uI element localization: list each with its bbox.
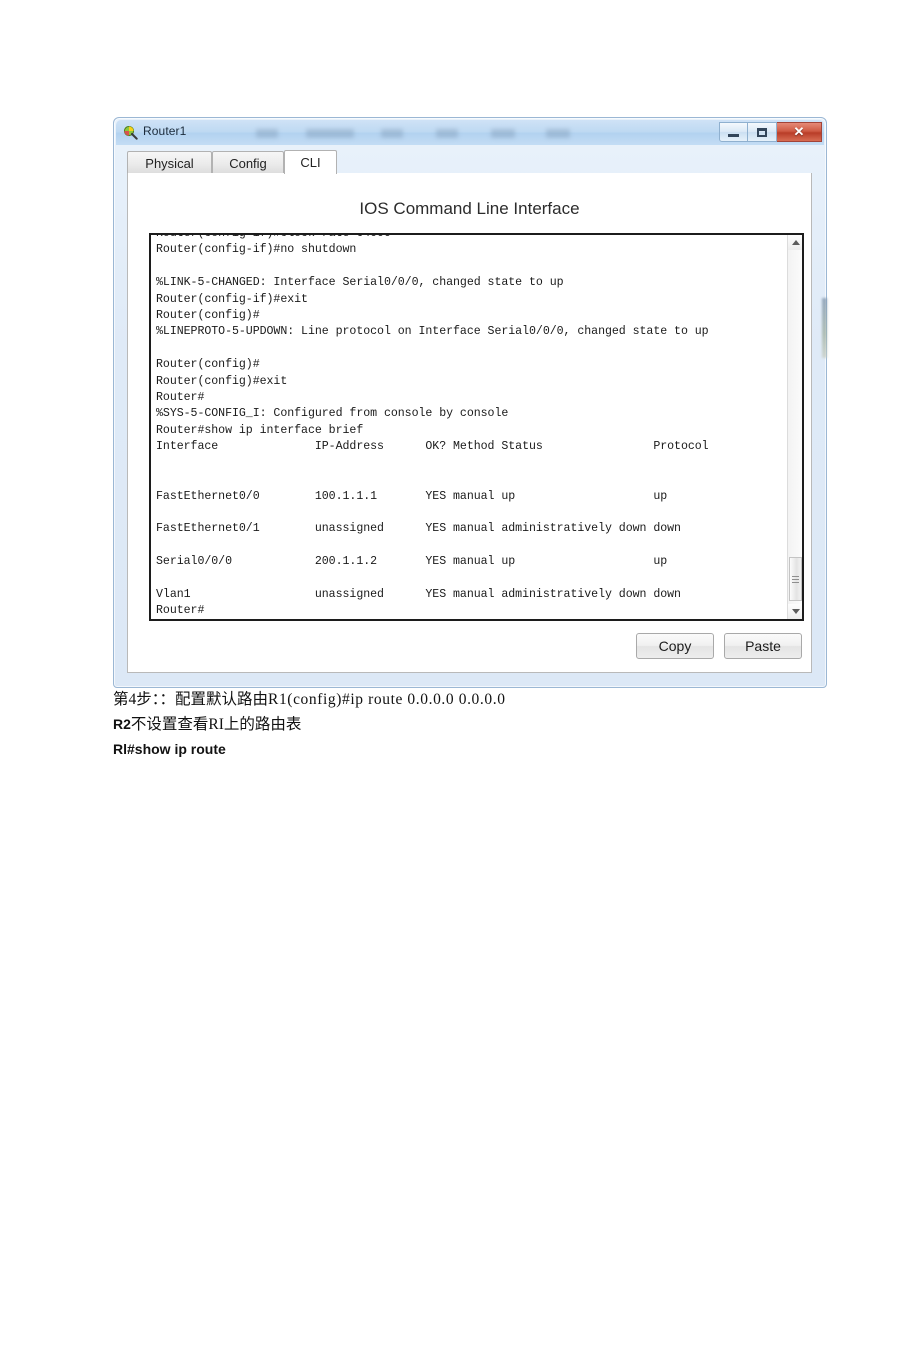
- tab-strip: Physical Config CLI: [127, 150, 812, 174]
- caption-block: 第4步：：配置默认路由R1(config)#ip route 0.0.0.0 0…: [113, 688, 813, 762]
- caption-line-2-rest: 不设置查看RI上的路由表: [130, 716, 302, 733]
- tab-cli[interactable]: CLI: [284, 150, 337, 174]
- scrollbar-thumb[interactable]: [789, 557, 802, 601]
- close-icon: ✕: [793, 124, 805, 139]
- router-icon: [123, 125, 138, 140]
- caption-line-2-bold: R2: [113, 716, 131, 732]
- minimize-icon: [728, 133, 739, 137]
- caption-line-2: R2不设置查看RI上的路由表: [113, 712, 813, 737]
- window-controls: ✕: [719, 122, 822, 143]
- copy-button[interactable]: Copy: [636, 633, 714, 659]
- tab-config[interactable]: Config: [212, 151, 284, 174]
- chevron-down-icon: [791, 609, 800, 614]
- terminal-scrollbar[interactable]: [787, 235, 802, 619]
- minimize-button[interactable]: [719, 122, 748, 142]
- copy-button-label: Copy: [658, 638, 692, 654]
- window-edge-artifact: [822, 298, 827, 358]
- titlebar-artifact: [491, 129, 515, 138]
- paste-button-label: Paste: [745, 638, 781, 654]
- maximize-icon: [757, 127, 767, 137]
- chevron-up-icon: [791, 240, 800, 245]
- titlebar-artifact: [256, 129, 278, 138]
- scroll-up-button[interactable]: [788, 235, 802, 250]
- grip-icon: [792, 574, 799, 585]
- caption-line-1-prefix: 第4步：：配置默认路由: [113, 691, 269, 708]
- scroll-down-button[interactable]: [788, 604, 802, 619]
- tab-config-label: Config: [229, 155, 267, 171]
- terminal-output[interactable]: Router(config-if)#clock rate 64000 Route…: [149, 233, 804, 621]
- page-title: IOS Command Line Interface: [359, 199, 580, 218]
- maximize-button[interactable]: [748, 122, 777, 142]
- router1-window: Router1 ✕ Physical Config CLI IOS Comman…: [113, 117, 827, 688]
- titlebar-artifact: [436, 129, 458, 138]
- tab-cli-label: CLI: [300, 155, 321, 170]
- terminal-text: Router(config-if)#clock rate 64000 Route…: [156, 233, 709, 618]
- caption-line-1-command: R1(config)#ip route 0.0.0.0 0.0.0.0: [268, 691, 506, 708]
- titlebar-artifact: [546, 129, 570, 138]
- action-buttons: Copy Paste: [636, 633, 802, 659]
- window-title: Router1: [143, 124, 187, 138]
- close-button[interactable]: ✕: [777, 122, 822, 142]
- caption-line-3: Rl#show ip route: [113, 741, 226, 757]
- cli-panel: IOS Command Line Interface Router(config…: [127, 173, 812, 673]
- title-bar[interactable]: Router1 ✕: [116, 120, 824, 145]
- caption-line-1: 第4步：：配置默认路由R1(config)#ip route 0.0.0.0 0…: [113, 688, 813, 712]
- titlebar-artifact: [381, 129, 403, 138]
- titlebar-artifact: [306, 129, 354, 138]
- tab-physical-label: Physical: [145, 155, 194, 171]
- paste-button[interactable]: Paste: [724, 633, 802, 659]
- tab-physical[interactable]: Physical: [127, 151, 212, 174]
